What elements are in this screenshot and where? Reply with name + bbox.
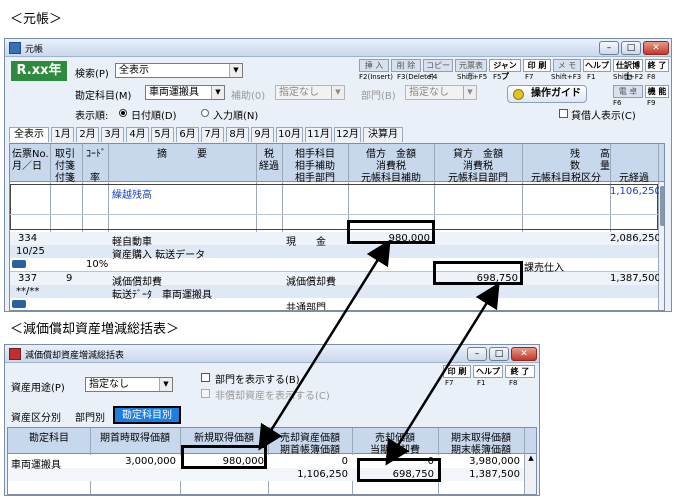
arrow-698750 xyxy=(385,282,500,466)
arrow-980000 xyxy=(258,239,391,451)
connector-arrows xyxy=(258,239,500,466)
